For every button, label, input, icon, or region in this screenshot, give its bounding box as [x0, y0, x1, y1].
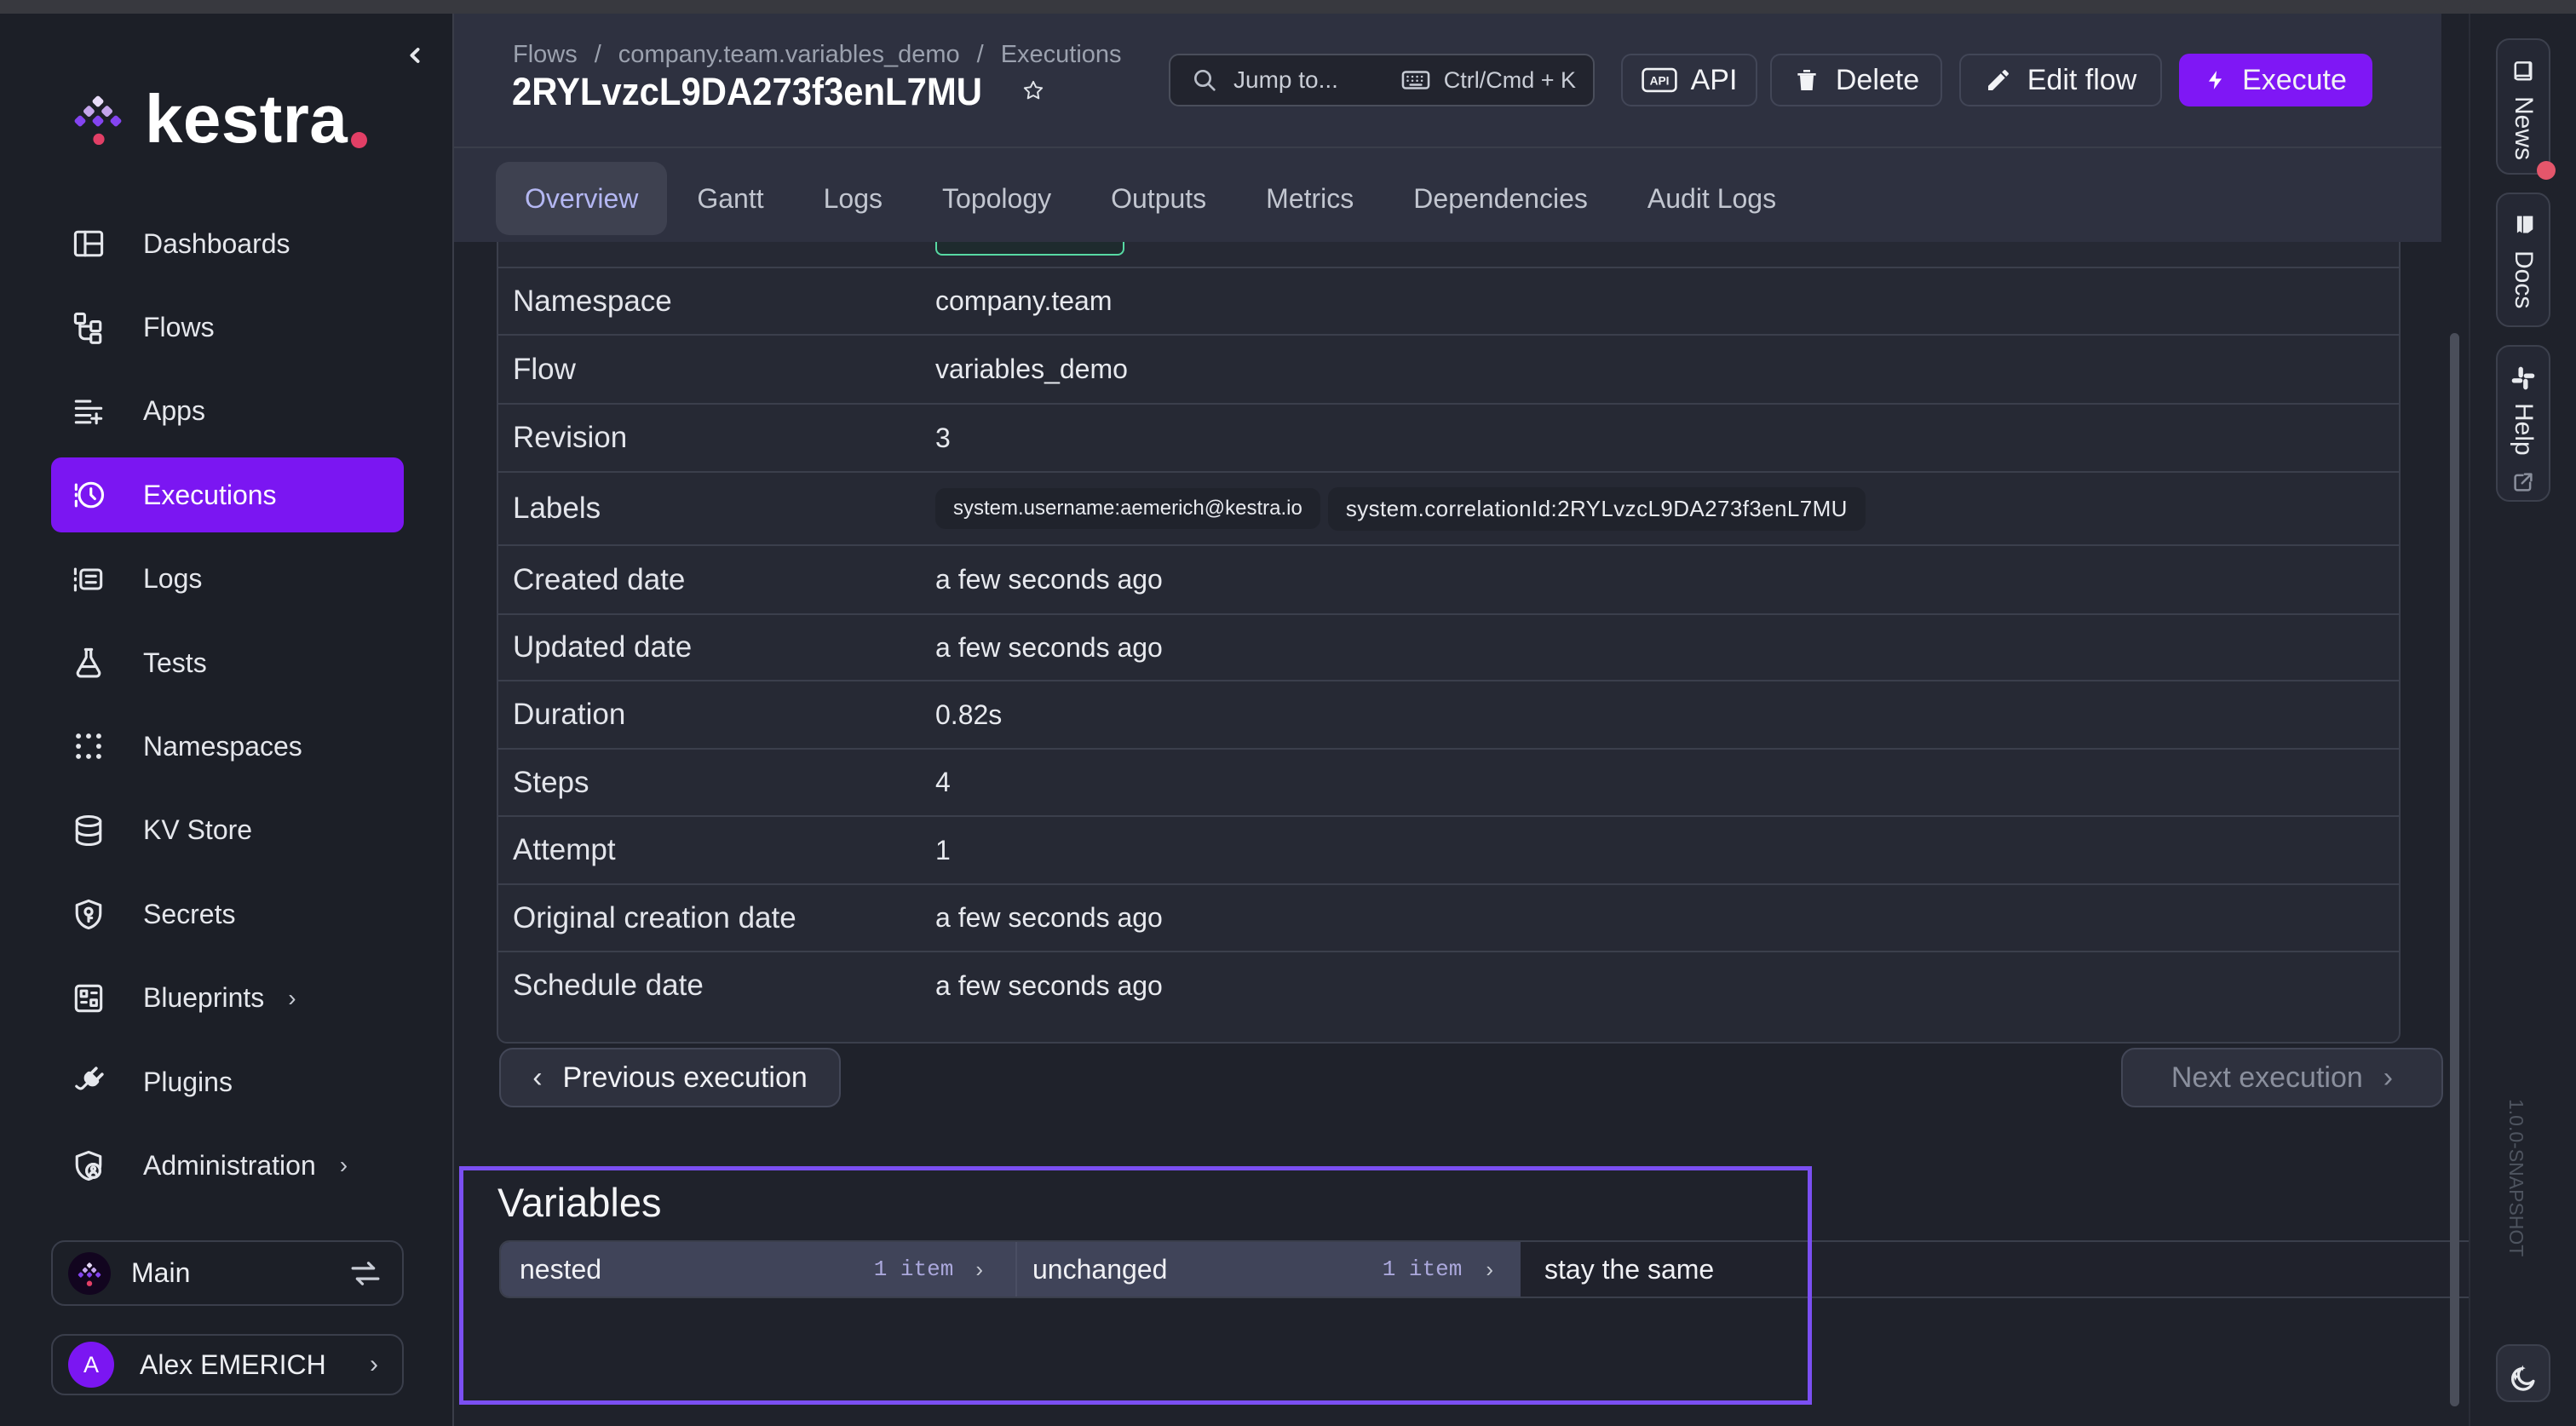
- svg-text:API: API: [1649, 75, 1669, 88]
